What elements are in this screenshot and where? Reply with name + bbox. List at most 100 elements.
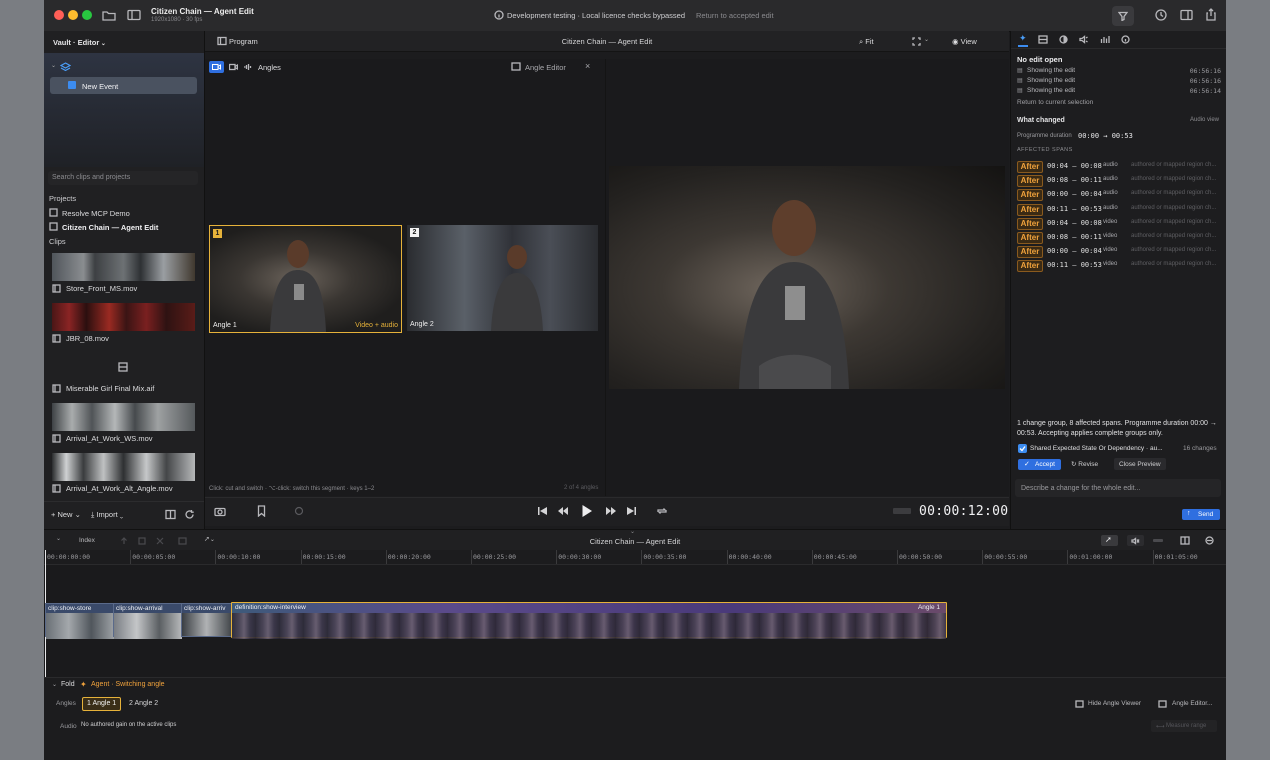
program-frame[interactable] <box>609 166 1005 389</box>
clip-name[interactable]: Store_Front_MS.mov <box>66 284 137 293</box>
fullscreen-icon[interactable] <box>912 37 921 46</box>
disclosure-chevron-icon[interactable]: ⌄ <box>51 62 56 69</box>
angle-editor-link[interactable]: Angle Editor... <box>1172 700 1212 707</box>
affected-span-row[interactable]: After 00:11 – 00:53 audio authored or mappe… <box>1017 203 1222 216</box>
fold-button[interactable]: Fold <box>61 681 75 688</box>
return-selection-link[interactable]: Return to current selection <box>1017 99 1093 106</box>
fit-button[interactable]: ⌕ Fit <box>859 37 874 47</box>
revise-button[interactable]: ↻ Revise <box>1071 460 1098 468</box>
timeline-clip[interactable]: clip:show-arriv <box>181 603 232 637</box>
copy-icon[interactable] <box>138 537 146 545</box>
search-field[interactable]: Search clips and projects <box>48 171 198 185</box>
layout-icon[interactable] <box>1180 536 1190 545</box>
event-item-new-event[interactable]: New Event <box>50 77 197 94</box>
history-item[interactable]: ▤ Showing the edit 06:56:16 <box>1017 66 1221 76</box>
step-back-icon[interactable] <box>557 506 569 516</box>
clip-icon[interactable] <box>178 537 187 545</box>
levels-icon[interactable] <box>1100 35 1110 44</box>
agent-sparkle-icon[interactable]: ✦ <box>1019 33 1027 44</box>
tab-program[interactable]: Program <box>229 37 258 46</box>
history-item[interactable]: ▤ Showing the edit 06:56:16 <box>1017 76 1221 86</box>
measure-range-button[interactable]: ⟷ Measure range <box>1151 720 1217 732</box>
chevron-down-icon[interactable]: ⌄ <box>924 36 929 43</box>
affected-span-row[interactable]: After 00:11 – 00:53 video authored or mappe… <box>1017 260 1222 273</box>
clip-name[interactable]: JBR_08.mov <box>66 334 109 343</box>
loop-icon[interactable] <box>656 506 668 516</box>
filter-button[interactable] <box>1112 6 1134 26</box>
marker-icon[interactable] <box>294 506 304 516</box>
video-inspector-icon[interactable] <box>1038 35 1048 44</box>
clip-name[interactable]: Arrival_At_Work_Alt_Angle.mov <box>66 484 173 493</box>
affected-span-row[interactable]: After 00:08 – 00:11 video authored or mappe… <box>1017 232 1222 244</box>
group-checkbox[interactable] <box>1018 444 1027 453</box>
folder-icon[interactable] <box>102 9 116 21</box>
affected-span-row[interactable]: After 00:00 – 00:04 audio authored or mappe… <box>1017 189 1222 202</box>
affected-span-row[interactable]: After 00:08 – 00:11 audio authored or mappe… <box>1017 175 1222 188</box>
angle-2-tile[interactable]: 2 Angle 2 <box>407 225 598 331</box>
step-forward-icon[interactable] <box>605 506 617 516</box>
library-menu[interactable]: Vault · Editor ⌄ <box>53 38 106 47</box>
clip-name[interactable]: Arrival_At_Work_WS.mov <box>66 434 153 443</box>
affected-span-row[interactable]: After 00:00 – 00:04 video authored or mappe… <box>1017 246 1222 259</box>
zoom-slider[interactable] <box>1153 539 1163 542</box>
angle-editor-button[interactable]: Angle Editor <box>525 63 566 72</box>
describe-change-field[interactable]: Describe a change for the whole edit... <box>1015 479 1221 497</box>
audio-inspector-icon[interactable] <box>1079 35 1089 44</box>
close-window-button[interactable] <box>54 10 64 20</box>
video-only-icon[interactable] <box>229 63 238 71</box>
chevron-down-icon[interactable]: ⌄ <box>56 535 61 542</box>
angle-2-button[interactable]: 2 Angle 2 <box>125 698 163 709</box>
bookmark-icon[interactable] <box>257 505 266 517</box>
sidebar-toggle-icon[interactable] <box>127 9 141 21</box>
skip-back-icon[interactable] <box>537 506 548 516</box>
import-button[interactable]: ⤓ Import ⌄ <box>91 510 123 520</box>
zoom-window-button[interactable] <box>82 10 92 20</box>
send-button[interactable]: ↑ Send <box>1182 509 1220 520</box>
close-preview-button[interactable]: Close Preview <box>1114 458 1166 470</box>
skip-forward-icon[interactable] <box>626 506 637 516</box>
minimize-window-button[interactable] <box>68 10 78 20</box>
hide-angle-viewer-button[interactable]: Hide Angle Viewer <box>1088 700 1141 707</box>
clip-thumbnail[interactable] <box>52 403 195 431</box>
audio-skim-button[interactable] <box>1127 535 1144 546</box>
settings-icon[interactable] <box>1205 536 1214 545</box>
angle-video-mode-button[interactable] <box>209 61 224 73</box>
search-input[interactable]: Search clips and projects <box>52 174 130 181</box>
history-icon[interactable] <box>1155 9 1167 21</box>
select-mode-button[interactable]: ➚ <box>1101 535 1118 546</box>
select-tool-menu[interactable]: ➚⌄ <box>204 535 215 543</box>
refresh-icon[interactable] <box>184 509 195 520</box>
view-menu[interactable]: ◉ View <box>952 37 977 46</box>
return-accepted-link[interactable]: Return to accepted edit <box>696 11 774 20</box>
timeline-clip[interactable]: clip:show-store <box>45 603 115 639</box>
audio-view-button[interactable]: Audio view <box>1190 117 1219 123</box>
affected-span-row[interactable]: After 00:04 – 00:08 video authored or mappe… <box>1017 217 1222 230</box>
info-icon[interactable] <box>1121 35 1130 44</box>
project-item-active[interactable]: Citizen Chain — Agent Edit <box>62 223 158 232</box>
angle-1-button[interactable]: 1 Angle 1 <box>82 697 121 711</box>
multicam-clip[interactable]: definition:show-interview Angle 1 <box>231 602 947 639</box>
clip-thumbnail[interactable] <box>52 453 195 481</box>
new-button[interactable]: + New ⌄ <box>51 510 81 519</box>
arrow-up-icon[interactable] <box>120 537 128 545</box>
close-icon[interactable]: × <box>585 61 590 71</box>
share-icon[interactable] <box>1205 8 1217 21</box>
history-item[interactable]: ▤ Showing the edit 06:56:14 <box>1017 86 1221 96</box>
audio-only-icon[interactable] <box>243 63 252 71</box>
index-tab[interactable]: Index <box>79 537 95 544</box>
chevron-down-icon[interactable]: ⌄ <box>52 681 57 688</box>
describe-change-input[interactable]: Describe a change for the whole edit... <box>1021 485 1140 492</box>
timeline-clip[interactable]: clip:show-arrival <box>113 603 183 639</box>
project-item[interactable]: Resolve MCP Demo <box>62 209 130 218</box>
color-inspector-icon[interactable] <box>1059 35 1068 44</box>
trim-icon[interactable] <box>156 537 164 545</box>
play-icon[interactable] <box>581 504 593 518</box>
clip-thumbnail[interactable] <box>52 303 195 331</box>
clip-thumbnail[interactable] <box>52 253 195 281</box>
collapse-handle-icon[interactable]: ⌄ <box>630 528 635 535</box>
snapshot-camera-icon[interactable] <box>214 506 226 517</box>
columns-icon[interactable] <box>165 509 176 520</box>
accept-button[interactable]: ✓ Accept <box>1018 459 1061 470</box>
clip-name[interactable]: Miserable Girl Final Mix.aif <box>66 384 154 393</box>
angle-1-tile[interactable]: 1 Angle 1 Video + audio <box>209 225 402 333</box>
